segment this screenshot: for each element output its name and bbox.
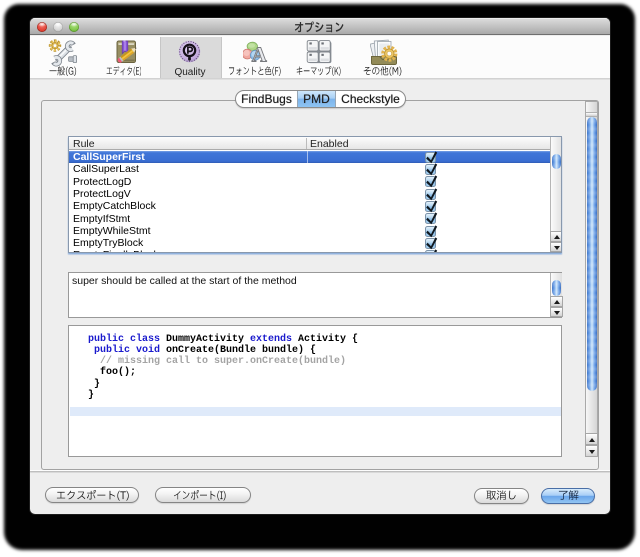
svg-text:A: A	[252, 42, 268, 64]
